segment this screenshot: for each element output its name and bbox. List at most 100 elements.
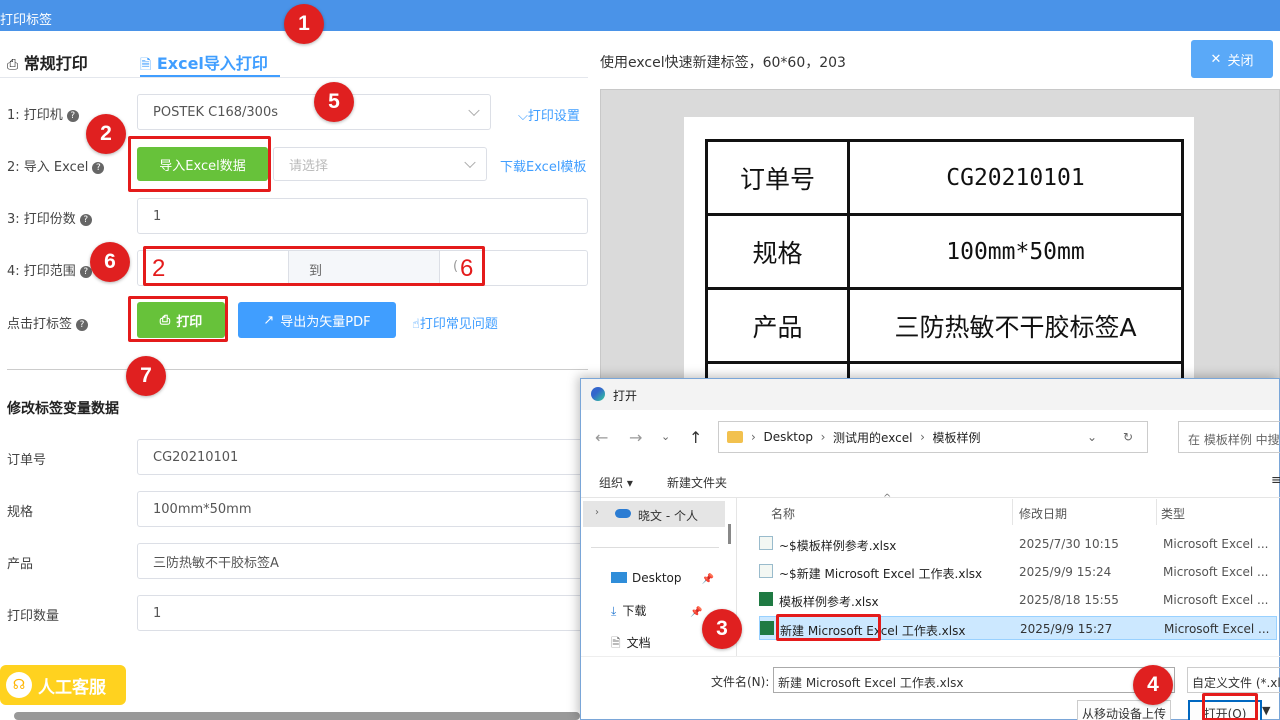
chevron-down-icon [464, 156, 476, 169]
back-icon[interactable]: ← [595, 428, 608, 447]
path-folder[interactable]: 测试用的excel [833, 429, 912, 446]
horizontal-scrollbar[interactable] [14, 712, 580, 720]
filename-label: 文件名(N): [711, 675, 770, 689]
import-select[interactable]: 请选择 [273, 147, 487, 181]
column-header-type[interactable]: 类型 [1161, 505, 1185, 522]
label-value: 100mm*50mm [847, 213, 1184, 290]
var-input-order[interactable]: CG20210101 [137, 439, 588, 475]
preview-title: 使用excel快速新建标签，60*60，203 [600, 55, 846, 71]
customer-service-button[interactable]: ☊ 人工客服 [0, 665, 126, 705]
toolbar-divider [581, 497, 1280, 498]
tab-normal-print[interactable]: ⎙ 常规打印 [7, 50, 88, 74]
print-faq-link[interactable]: ☝打印常见问题 [412, 313, 498, 332]
search-field[interactable]: 在 模板样例 中搜 [1178, 421, 1280, 453]
address-bar[interactable]: › Desktop › 测试用的excel › 模板样例 ⌄ ↻ [718, 421, 1148, 453]
col-sep [1156, 499, 1157, 525]
column-header-name[interactable]: 名称 [771, 505, 795, 522]
open-file-dialog: 打开 ← → ⌄ ↑ › Desktop › 测试用的excel › 模板样例 … [580, 378, 1280, 720]
chevron-down-icon: ⌄ [1086, 430, 1097, 444]
edge-icon [591, 387, 605, 401]
var-input-spec[interactable]: 100mm*50mm [137, 491, 588, 527]
tab-excel-label: Excel导入打印 [156, 54, 268, 73]
var-label-spec: 规格 [7, 505, 34, 520]
label-value: CG20210101 [847, 139, 1184, 216]
label-key: 规格 [705, 213, 850, 290]
path-desktop[interactable]: Desktop [763, 430, 813, 444]
export-pdf-button[interactable]: ↗ 导出为矢量PDF [238, 302, 396, 338]
up-icon[interactable]: ↑ [689, 428, 702, 447]
nav-scrollbar[interactable] [728, 524, 731, 544]
close-button[interactable]: ✕ 关闭 [1191, 40, 1273, 78]
label-key: 订单号 [705, 139, 850, 216]
app-root: 打印标签 ⎙ 常规打印 🗎 Excel导入打印 1: 打印机? POSTEK C… [0, 0, 1280, 720]
section-divider [7, 369, 588, 370]
file-row[interactable]: ~$新建 Microsoft Excel 工作表.xlsx 2025/9/9 15… [759, 560, 1280, 584]
import-label: 2: 导入 Excel? [7, 156, 105, 175]
copies-input[interactable]: 1 [137, 198, 588, 234]
nav-item-desktop[interactable]: Desktop 📌 [611, 571, 714, 585]
organize-menu[interactable]: 组织 ▾ [599, 474, 633, 491]
forward-icon[interactable]: → [629, 428, 642, 447]
open-dropdown-arrow-icon[interactable]: ▼ [1262, 700, 1276, 720]
label-row: 订单号 CG20210101 [705, 139, 1184, 216]
label-value: 三防热敏不干胶标签A [847, 287, 1184, 364]
path-current[interactable]: 模板样例 [933, 429, 981, 446]
var-label-order: 订单号 [7, 453, 47, 468]
click-print-label: 点击打标签? [7, 313, 89, 332]
printer-label: 1: 打印机? [7, 104, 79, 123]
range-label: 4: 打印范围? [7, 260, 92, 279]
file-type-select[interactable]: 自定义文件 (*.xls [1187, 667, 1280, 693]
annotation-box-open [1202, 693, 1258, 720]
headset-icon: ☊ [6, 672, 32, 698]
download-template-link[interactable]: 下载Excel模板 [500, 156, 586, 175]
variables-title: 修改标签变量数据 [7, 401, 119, 417]
label-row: 产品 三防热敏不干胶标签A [705, 287, 1184, 364]
step-badge-7: 7 [126, 356, 166, 396]
tab-excel-import[interactable]: 🗎 Excel导入打印 [140, 50, 268, 78]
nav-item-onedrive[interactable]: › 晓文 - 个人 [583, 501, 725, 527]
var-input-product[interactable]: 三防热敏不干胶标签A [137, 543, 588, 579]
step-badge-6: 6 [90, 242, 130, 282]
footer-divider [581, 656, 1280, 657]
nav-item-documents[interactable]: 🗎 文档 [611, 634, 651, 655]
nav-item-downloads[interactable]: ⤓ 下载 📌 [611, 602, 703, 619]
pin-icon: 📌 [690, 607, 703, 618]
help-icon: ? [76, 319, 89, 331]
help-icon: ? [92, 162, 105, 174]
step-badge-5: 5 [314, 82, 354, 122]
var-input-qty[interactable]: 1 [137, 595, 588, 631]
step-badge-1: 1 [284, 4, 324, 44]
view-menu-icon[interactable]: ≡ [1271, 473, 1280, 488]
dialog-title: 打开 [613, 389, 638, 403]
print-settings-link[interactable]: ⌵打印设置 [518, 105, 580, 124]
excel-file-icon [759, 564, 773, 578]
file-row[interactable]: 模板样例参考.xlsx 2025/8/18 15:55 Microsoft Exce… [759, 588, 1280, 612]
label-row: 规格 100mm*50mm [705, 213, 1184, 290]
dialog-titlebar: 打开 [581, 379, 1279, 410]
label-key: 产品 [705, 287, 850, 364]
step-badge-2: 2 [86, 114, 126, 154]
step-badge-3: 3 [702, 609, 742, 649]
var-label-qty: 打印数量 [7, 609, 60, 624]
sort-arrow-icon: ^ [883, 493, 892, 504]
annotation-box-range [143, 246, 485, 286]
help-icon: ? [66, 110, 79, 122]
document-icon: 🗎 [140, 57, 152, 73]
nav-divider [591, 547, 719, 548]
window-titlebar: 打印标签 [0, 0, 1280, 31]
column-header-date[interactable]: 修改日期 [1019, 505, 1067, 522]
annotation-box-import [128, 136, 271, 192]
desktop-icon [611, 572, 627, 583]
refresh-icon: ↻ [1122, 430, 1133, 444]
excel-file-icon [759, 592, 773, 606]
new-folder-button[interactable]: 新建文件夹 [667, 474, 727, 491]
folder-icon [727, 431, 743, 443]
pin-icon: 📌 [701, 574, 714, 585]
file-row[interactable]: ~$模板样例参考.xlsx 2025/7/30 10:15 Microsoft Ex… [759, 532, 1280, 556]
filename-input[interactable]: 新建 Microsoft Excel 工作表.xlsx [773, 667, 1175, 693]
chevron-down-icon[interactable]: ⌄ [661, 430, 670, 443]
excel-file-icon [759, 536, 773, 550]
document-icon: 🗎 [611, 636, 621, 650]
annotation-box-file [776, 614, 881, 641]
col-sep [1012, 499, 1013, 525]
